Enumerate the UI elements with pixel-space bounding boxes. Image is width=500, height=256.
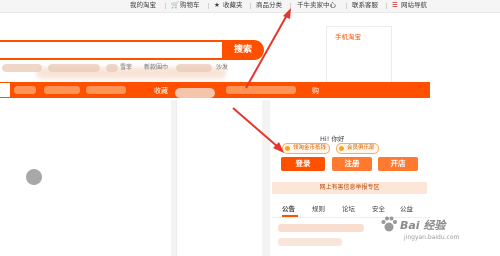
blurred-notice (278, 224, 364, 232)
customer-service-link[interactable]: 联系客服 (352, 1, 378, 10)
blurred-tab (226, 86, 296, 94)
search-button[interactable]: 搜索 (222, 40, 264, 60)
cart-link[interactable]: 购物车 (180, 1, 200, 10)
club-badge[interactable]: 会员俱乐部 (336, 143, 379, 154)
blurred-tab (44, 86, 80, 94)
watermark-brand: Bai 经验 (400, 219, 446, 232)
favorites-nav-label[interactable]: 收藏 (154, 86, 168, 96)
tab-forum[interactable]: 论坛 (342, 203, 355, 215)
open-shop-button[interactable]: 开店 (378, 157, 418, 171)
blurred-word (2, 64, 42, 72)
hot-word[interactable]: 沙发 (216, 63, 228, 73)
divider (386, 3, 387, 9)
categories-link[interactable]: 商品分类 (256, 1, 282, 10)
tab-announcement[interactable]: 公告 (282, 203, 295, 215)
loading-icon (26, 169, 42, 185)
coin-icon (285, 146, 290, 151)
coin-badge[interactable]: 领淘金币抵钱 (282, 143, 331, 154)
cart-icon[interactable]: 🛒 (171, 1, 179, 10)
qr-label: 手机淘宝 (335, 33, 361, 41)
divider (346, 3, 347, 9)
report-banner[interactable]: 网上有害信息举报专区 (272, 182, 427, 194)
star-icon[interactable]: ★ (214, 1, 220, 10)
category-nav-bar (0, 82, 430, 98)
hot-words: 雪菲 新款围巾 沙发 (0, 63, 260, 73)
login-button[interactable]: 登录 (281, 157, 325, 171)
mobile-taobao-qr[interactable]: 手机淘宝 (326, 26, 392, 84)
club-icon (339, 146, 344, 151)
badge-label: 会员俱乐部 (347, 145, 375, 151)
nav-label[interactable]: 购 (312, 86, 319, 96)
watermark-url: jingyan.baidu.com (404, 234, 460, 241)
hot-word[interactable]: 新款围巾 (144, 63, 168, 73)
paw-icon (381, 216, 397, 232)
divider (250, 3, 251, 9)
gutter (262, 100, 270, 256)
site-top-bar: 我的淘宝 🛒 购物车 ★ 收藏夹 商品分类 千牛卖家中心 联系客服 ☰ 网站导航 (0, 0, 500, 13)
divider (290, 3, 291, 9)
blurred-word (176, 64, 212, 72)
tab-rules[interactable]: 规则 (312, 203, 325, 215)
nav-tag (0, 83, 10, 97)
blurred-tab (14, 86, 36, 94)
badge-label: 领淘金币抵钱 (293, 145, 327, 151)
register-button[interactable]: 注册 (332, 157, 372, 171)
blurred-region (175, 88, 215, 98)
divider (165, 3, 166, 9)
menu-icon[interactable]: ☰ (392, 1, 398, 10)
seller-center-link[interactable]: 千牛卖家中心 (297, 1, 336, 10)
favorites-link[interactable]: 收藏夹 (223, 1, 243, 10)
baidu-jingyan-watermark: Bai 经验 jingyan.baidu.com (380, 211, 498, 251)
side-banner-area (176, 100, 264, 256)
site-nav-link[interactable]: 网站导航 (401, 1, 427, 10)
my-taobao-link[interactable]: 我的淘宝 (130, 1, 156, 10)
search-input[interactable] (0, 40, 224, 60)
blurred-tab (86, 86, 126, 94)
hot-word[interactable]: 雪菲 (120, 63, 132, 73)
divider (208, 3, 209, 9)
blurred-word (48, 64, 100, 72)
blurred-notice (278, 238, 342, 246)
greeting-text: Hi! 你好 (320, 135, 345, 143)
blurred-word (106, 64, 118, 72)
